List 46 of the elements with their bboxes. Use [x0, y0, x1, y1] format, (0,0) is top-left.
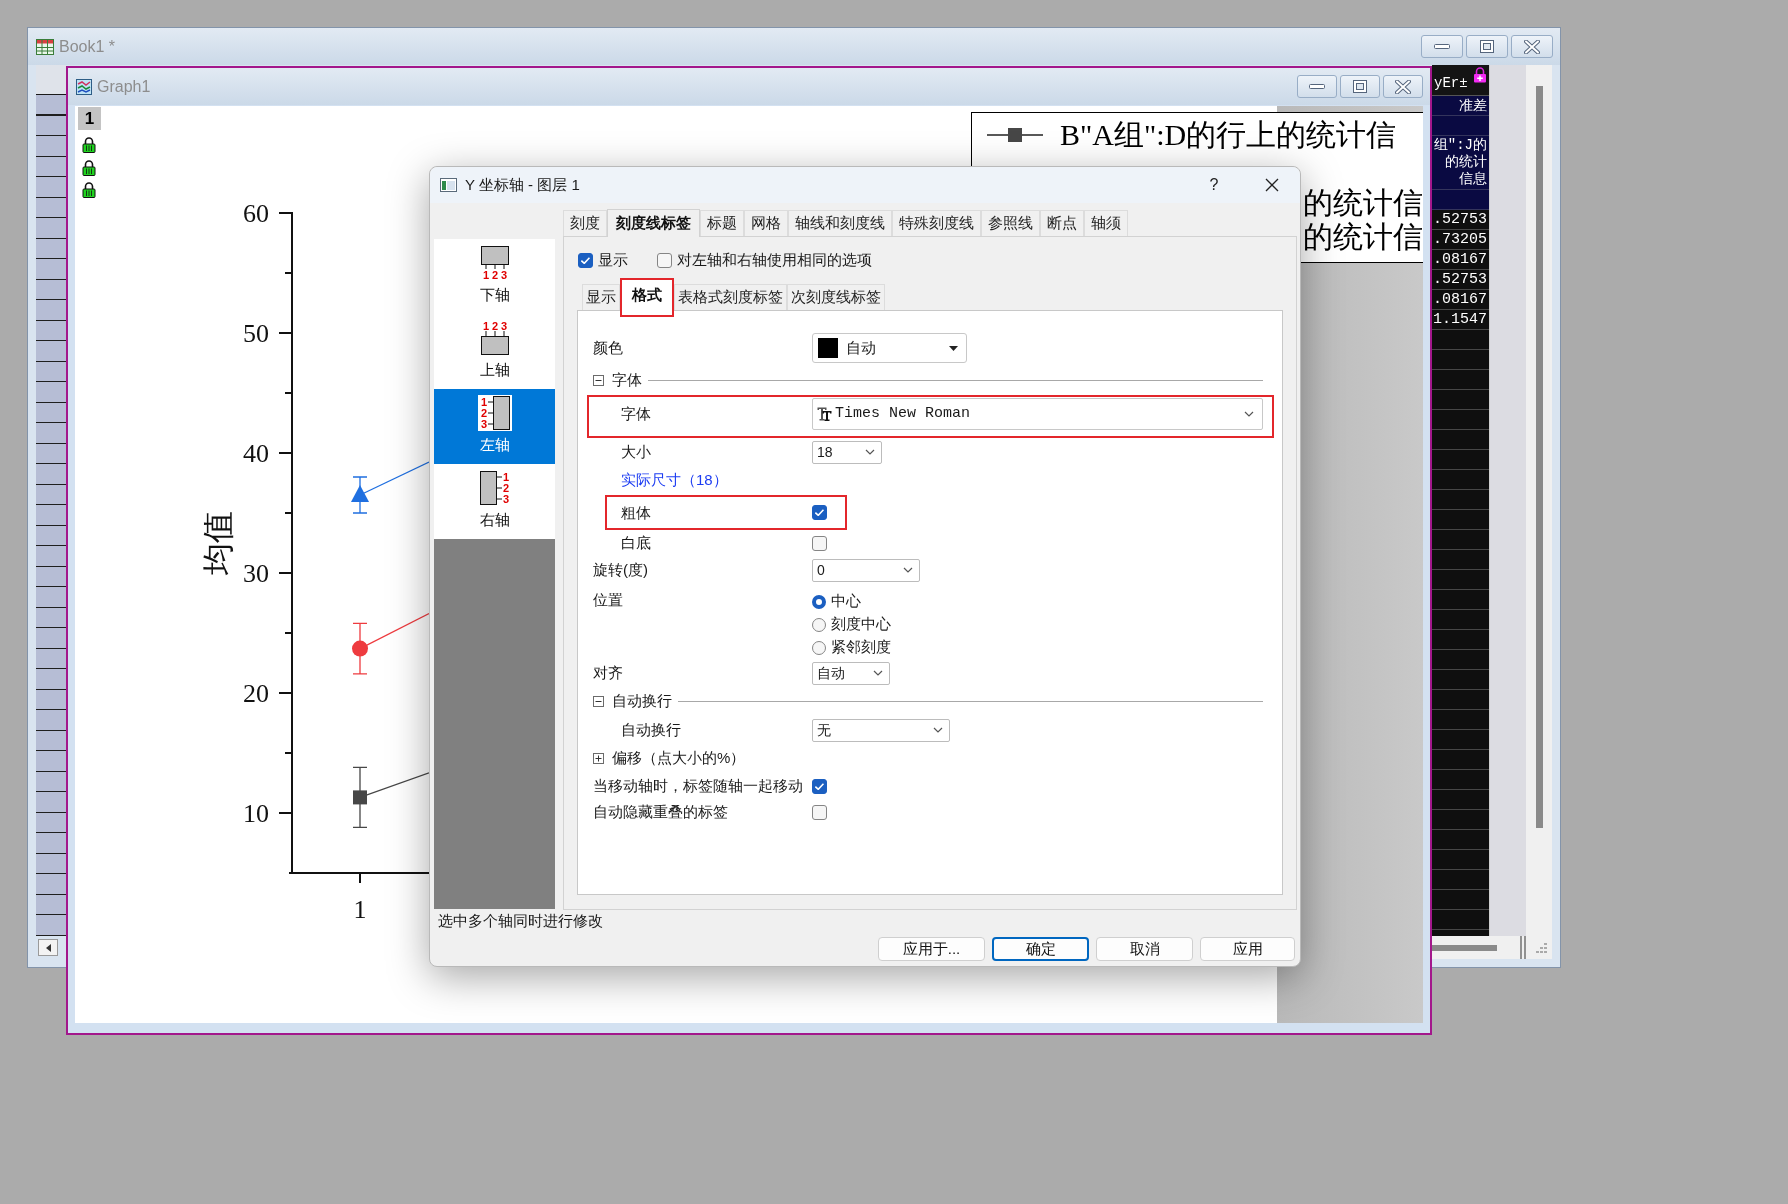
- legend-text: 的统计信: [1303, 186, 1423, 220]
- field-label: 粗体: [621, 503, 651, 521]
- tick-label: 50: [243, 318, 269, 348]
- table-cell: .73205: [1433, 230, 1487, 249]
- tick-label: 20: [243, 678, 269, 708]
- field-label: 当移动轴时，标签随轴一起移动: [593, 777, 803, 794]
- checkbox-label: 对左轴和右轴使用相同的选项: [677, 249, 872, 270]
- window-title: Book1 *: [59, 36, 116, 57]
- tick-label: 1: [353, 894, 367, 924]
- table-cell: .52753: [1433, 210, 1487, 229]
- column-long-name: 准差: [1459, 96, 1487, 115]
- field-label: 自动隐藏重叠的标签: [593, 803, 728, 820]
- table-cell: 1.1547: [1433, 310, 1487, 329]
- group-label: 自动换行: [612, 691, 672, 712]
- option-label: 紧邻刻度: [831, 637, 891, 658]
- field-label: 旋转(度): [593, 561, 648, 578]
- legend-text: 的统计信: [1303, 220, 1423, 254]
- legend-text: B"A组":D的行上的统计信: [1060, 117, 1397, 153]
- option-label: 刻度中心: [831, 614, 891, 635]
- group-label: 字体: [612, 370, 642, 391]
- tick-label: 30: [243, 558, 269, 588]
- table-cell: .08167: [1433, 250, 1487, 269]
- hint-text: 选中多个轴同时进行修改: [438, 910, 603, 931]
- field-label: 白底: [621, 534, 651, 551]
- option-label: 中心: [831, 591, 861, 612]
- column-comment: 信息: [1459, 171, 1487, 188]
- field-label: 字体: [621, 403, 651, 424]
- column-comment: 组":J的: [1433, 137, 1487, 154]
- tick-label: 60: [243, 198, 269, 228]
- field-label: 大小: [621, 443, 651, 460]
- group-label: 偏移（点大小的%）: [612, 748, 746, 769]
- tick-label: 40: [243, 438, 269, 468]
- table-cell: .08167: [1433, 290, 1487, 309]
- left-axis-icon: 1 2 3: [477, 395, 512, 431]
- tick-label: 10: [243, 798, 269, 828]
- column-comment: 的统计: [1445, 154, 1487, 171]
- window-title: Graph1: [97, 76, 151, 97]
- axis-title: 均值: [200, 511, 236, 575]
- field-label: 位置: [593, 591, 623, 608]
- field-label: 自动换行: [621, 721, 681, 738]
- checkbox-label: 显示: [598, 249, 628, 270]
- dialog-title: Y 坐标轴 - 图层 1: [465, 174, 580, 195]
- field-label: 颜色: [593, 339, 623, 356]
- field-label: 对齐: [593, 664, 623, 681]
- column-header: yEr±: [1434, 74, 1468, 93]
- table-cell: .52753: [1433, 270, 1487, 289]
